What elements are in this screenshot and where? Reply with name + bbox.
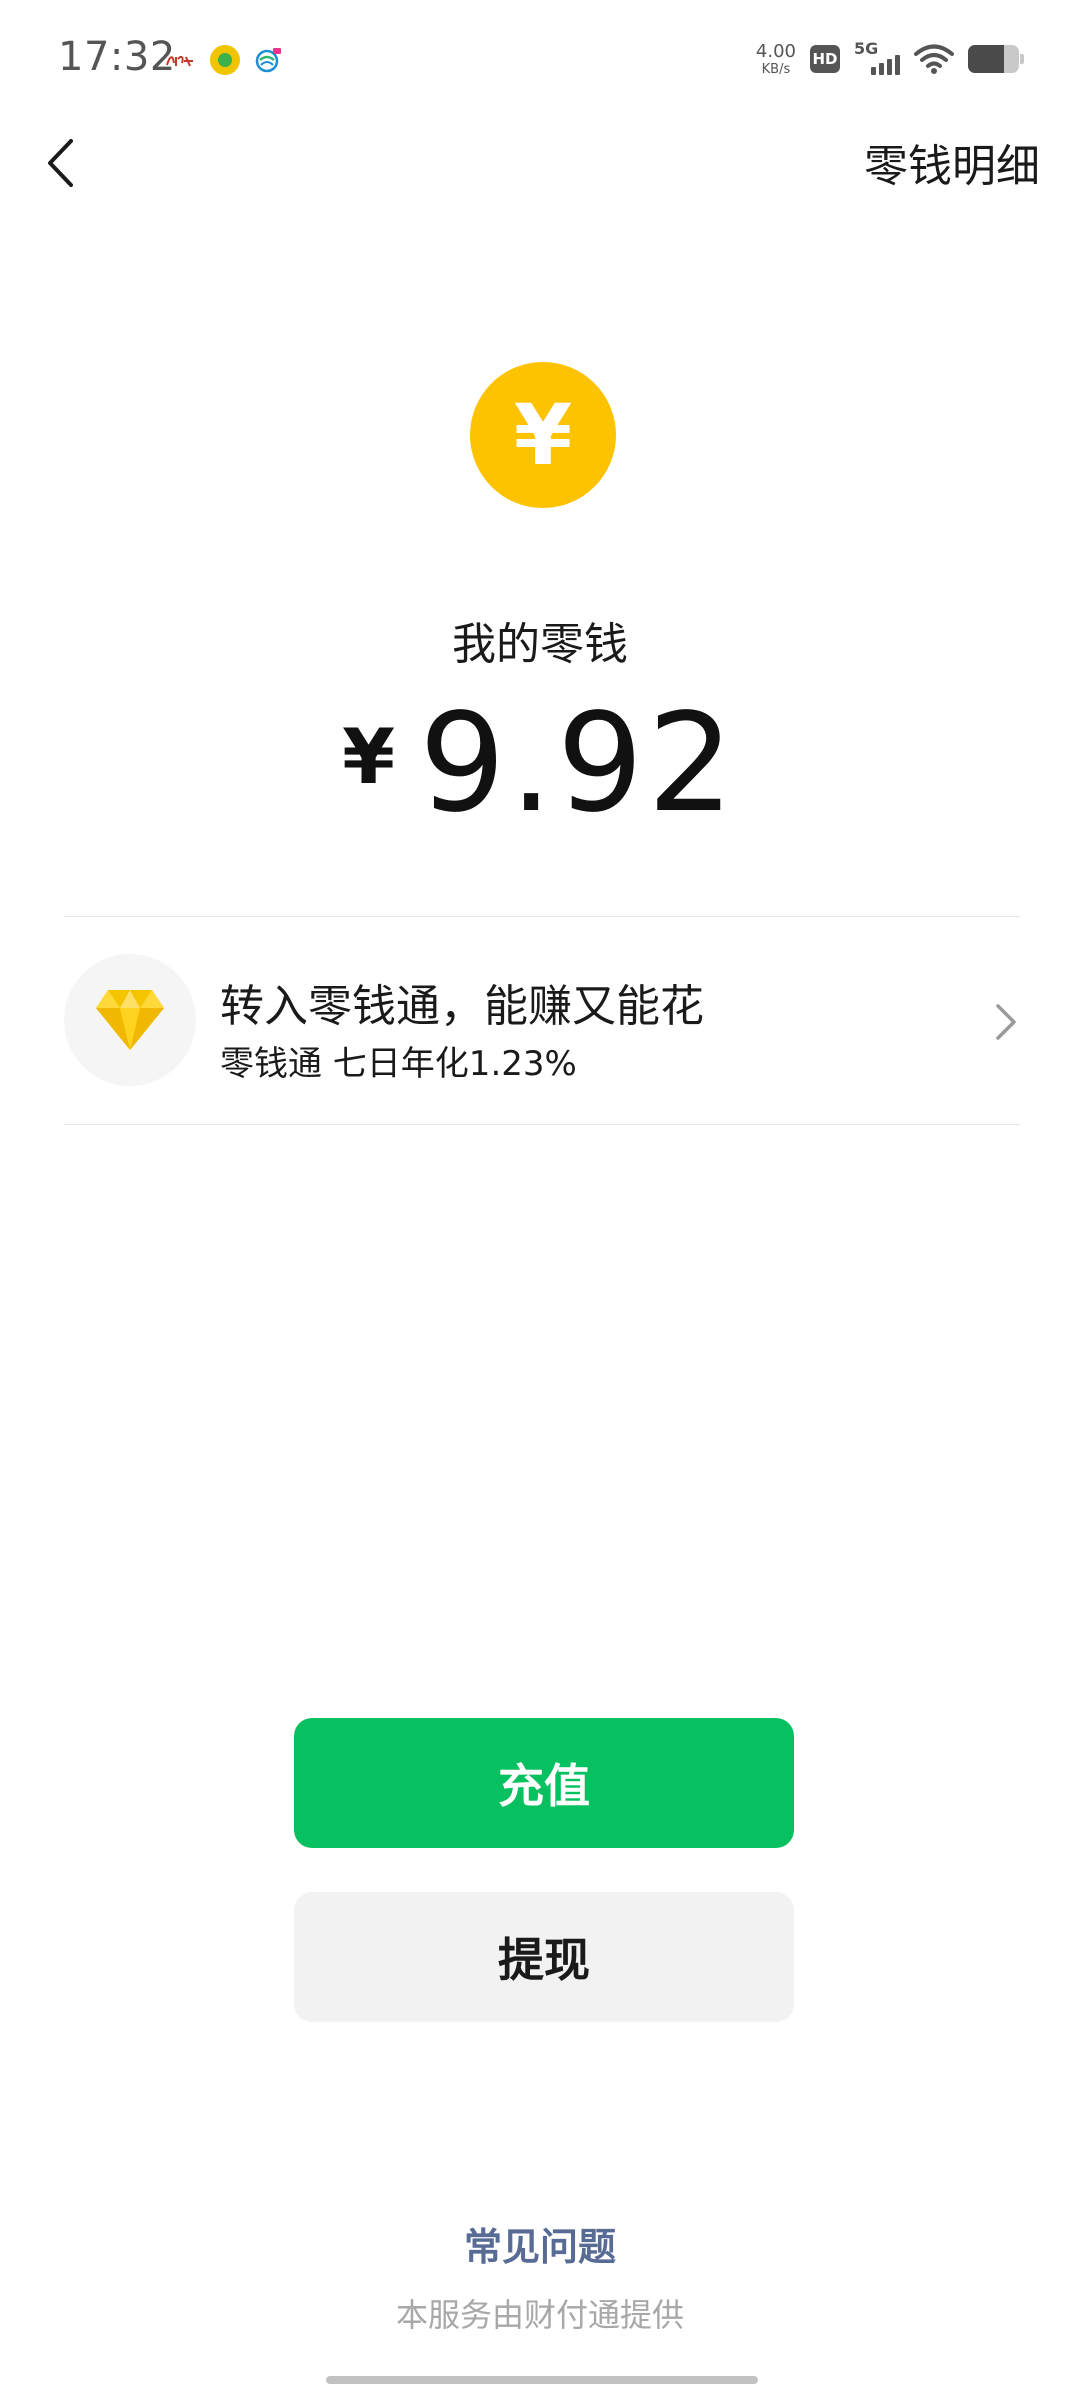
currency-sign: ¥: [342, 712, 396, 801]
withdraw-button[interactable]: 提现: [294, 1892, 794, 2022]
battery-icon: [968, 45, 1024, 73]
network-speed: 4.00 KB/s: [755, 40, 796, 77]
yuan-glyph: ¥: [513, 386, 573, 484]
wallet-balance-page: 17:32 4.00 KB/s HD 5G 零钱明细 ¥ 我的零钱 ¥ 9.92…: [0, 0, 1080, 2388]
notification-icons: [164, 42, 282, 78]
china-mobile-icon: [255, 48, 281, 73]
lingqiantong-row[interactable]: 转入零钱通，能赚又能花 零钱通 七日年化1.23%: [64, 918, 1020, 1124]
status-time: 17:32: [58, 34, 176, 80]
chevron-right-icon: [996, 1004, 1016, 1040]
nav-bar: 零钱明细: [0, 110, 1080, 220]
signal-icon: 5G: [854, 39, 900, 77]
lingqiantong-icon-circle: [64, 954, 196, 1086]
divider-top: [64, 916, 1020, 917]
divider-bottom: [64, 1124, 1020, 1125]
hd-icon: HD: [810, 45, 840, 73]
provider-note: 本服务由财付通提供: [395, 2296, 684, 2334]
network-speed-unit: KB/s: [761, 61, 791, 77]
faq-link[interactable]: 常见问题: [0, 2216, 1080, 2271]
status-bar: 17:32 4.00 KB/s HD 5G: [0, 0, 1080, 120]
music-app-icon: [210, 45, 240, 75]
lingqiantong-subtitle: 零钱通 七日年化1.23%: [220, 1044, 577, 1084]
back-button[interactable]: [30, 128, 90, 198]
news-app-icon: [166, 55, 193, 67]
diamond-icon: [96, 990, 164, 1050]
signal-bars: [871, 55, 900, 75]
chevron-left-icon: [48, 139, 73, 187]
network-speed-value: 4.00: [755, 40, 796, 62]
balance-details-link[interactable]: 零钱明细: [864, 130, 1040, 194]
balance-value: 9.92: [419, 685, 738, 843]
balance-title: 我的零钱: [452, 619, 628, 670]
lingqiantong-title: 转入零钱通，能赚又能花: [220, 981, 704, 1032]
balance-amount: ¥ 9.92: [0, 685, 1080, 843]
topup-button[interactable]: 充值: [294, 1718, 794, 1848]
wifi-icon: [914, 44, 954, 74]
yuan-coin-icon: ¥: [470, 362, 616, 508]
home-indicator[interactable]: [326, 2376, 758, 2384]
system-status-icons: 4.00 KB/s HD 5G: [756, 38, 1024, 80]
battery-level-fill: [968, 45, 1004, 73]
